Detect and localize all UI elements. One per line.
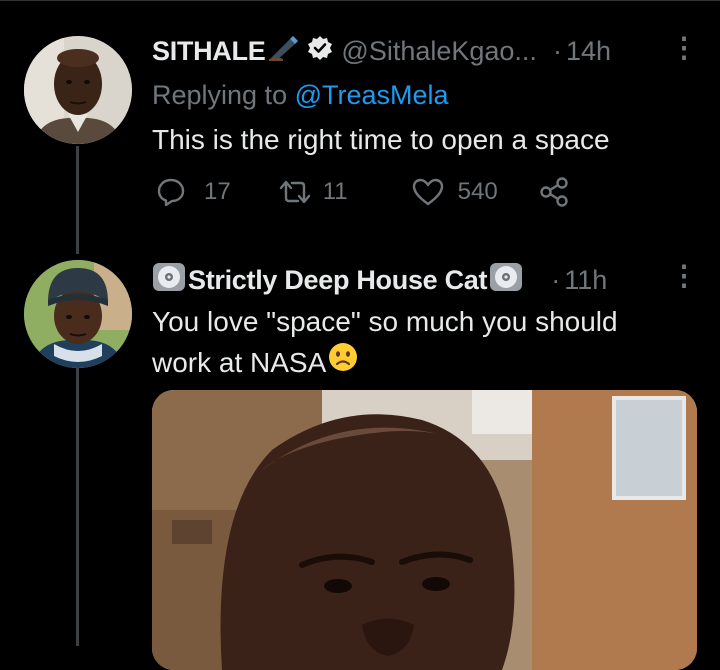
like-count: 540 (457, 178, 498, 205)
thread-line (76, 146, 79, 254)
timestamp[interactable]: 11h (564, 265, 607, 296)
top-divider (0, 0, 720, 7)
avatar[interactable] (24, 260, 132, 368)
tweet-text-line: work at NASA (152, 346, 327, 378)
tweet-media-image[interactable] (152, 390, 697, 670)
replying-prefix: Replying to (152, 80, 295, 110)
more-options-icon[interactable]: ⋮ (670, 262, 698, 290)
tweet-text: This is the right time to open a space (152, 124, 610, 155)
mention-link[interactable]: @TreasMela (295, 80, 449, 110)
retweet-icon (277, 177, 313, 207)
separator-dot: · (552, 36, 562, 66)
heart-icon (412, 177, 444, 207)
more-options-icon[interactable]: ⋮ (670, 34, 698, 62)
retweet-count: 11 (322, 178, 348, 205)
share-icon (538, 176, 570, 208)
like-button[interactable]: 540 (412, 177, 498, 207)
display-name[interactable]: Strictly Deep House Cat (188, 265, 487, 296)
reply-count: 17 (204, 178, 231, 205)
cd-icon (152, 262, 186, 299)
confused-face-icon (328, 342, 358, 383)
retweet-button[interactable]: 11 (277, 177, 348, 207)
user-handle[interactable]: @SithaleKgao... (341, 36, 537, 67)
reply-button[interactable]: 17 (156, 177, 231, 207)
tweet-text: You love "space" so much you should work… (152, 302, 618, 383)
replying-to: Replying to @TreasMela (152, 80, 449, 111)
verified-badge-icon (307, 35, 333, 68)
display-name[interactable]: SITHALE (152, 36, 266, 67)
reply-icon (156, 177, 186, 207)
tweet-actions: 17 11 540 (156, 176, 570, 208)
separator-dot: · (551, 265, 561, 295)
tweet-header: SITHALE @SithaleKgao... · 14h (152, 35, 611, 68)
tweet-header: Strictly Deep House Cat · 11h (152, 262, 607, 299)
cd-icon (489, 262, 523, 299)
avatar[interactable] (24, 36, 132, 144)
tweet-text-line: You love "space" so much you should (152, 306, 618, 337)
pen-icon (269, 35, 299, 68)
share-button[interactable] (538, 176, 570, 208)
timestamp[interactable]: 14h (566, 36, 611, 67)
thread-line (76, 368, 79, 646)
